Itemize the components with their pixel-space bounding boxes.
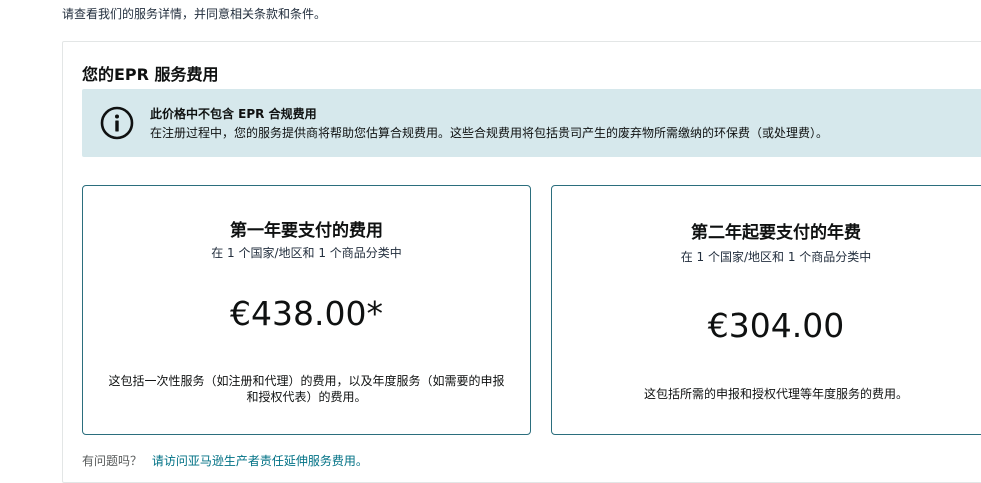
- card-price: €438.00*: [230, 294, 383, 333]
- footer-question: 有问题吗？: [82, 454, 143, 468]
- card-description: 这包括所需的申报和授权代理等年度服务的费用。: [643, 387, 908, 401]
- card-description: 这包括一次性服务（如注册和代理）的费用，以及年度服务（如需要的申报和授权代表）的…: [108, 374, 505, 404]
- top-note: 请查看我们的服务详情，并同意相关条款和条件。: [62, 7, 327, 21]
- info-banner: [82, 89, 981, 157]
- section-title: 您的EPR 服务费用: [82, 65, 219, 84]
- card-subtitle: 在 1 个国家/地区和 1 个商品分类中: [211, 246, 402, 260]
- card-title: 第二年起要支付的年费: [691, 223, 861, 243]
- card-price: €304.00: [707, 306, 845, 345]
- first-year-fee-card: 第一年要支付的费用 在 1 个国家/地区和 1 个商品分类中 €438.00* …: [82, 185, 531, 435]
- card-subtitle: 在 1 个国家/地区和 1 个商品分类中: [680, 250, 872, 264]
- info-text: 在注册过程中，您的服务提供商将帮助您估算合规费用。这些合规费用将包括贵司产生的废…: [150, 126, 829, 140]
- fees-link[interactable]: 请访问亚马逊生产者责任延伸服务费用。: [152, 454, 368, 468]
- info-title: 此价格中不包含 EPR 合规费用: [150, 107, 317, 121]
- info-icon: [100, 106, 134, 140]
- annual-fee-card: 第二年起要支付的年费 在 1 个国家/地区和 1 个商品分类中 €304.00 …: [551, 185, 981, 435]
- card-title: 第一年要支付的费用: [230, 221, 383, 241]
- footer: 有问题吗？ 请访问亚马逊生产者责任延伸服务费用。: [82, 452, 368, 469]
